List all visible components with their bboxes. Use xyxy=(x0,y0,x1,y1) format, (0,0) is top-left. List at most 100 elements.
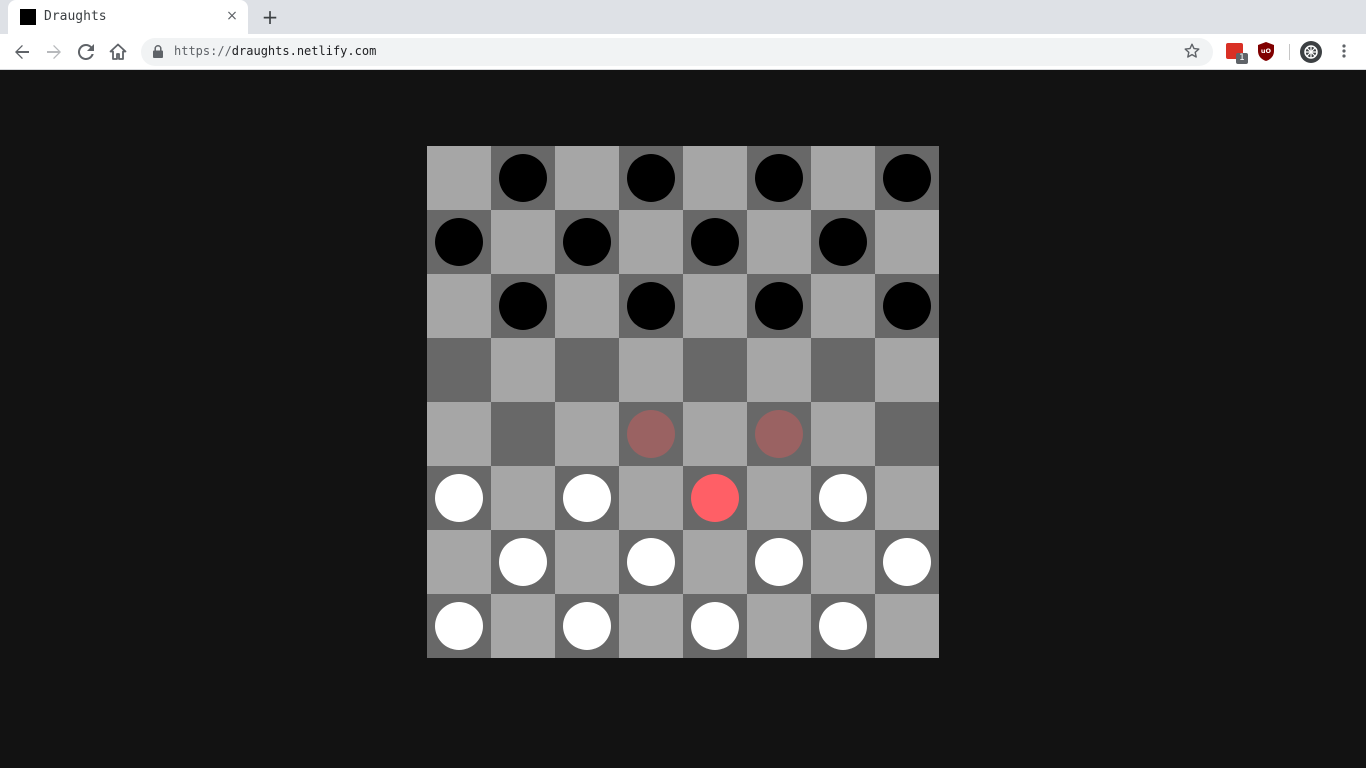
board-square[interactable] xyxy=(683,210,747,274)
black-piece[interactable] xyxy=(627,154,675,202)
board-square[interactable] xyxy=(427,338,491,402)
board-square[interactable] xyxy=(875,594,939,658)
board-square[interactable] xyxy=(683,402,747,466)
board-square[interactable] xyxy=(683,466,747,530)
board-square[interactable] xyxy=(619,274,683,338)
black-piece[interactable] xyxy=(499,154,547,202)
tab-close-icon[interactable]: × xyxy=(224,8,240,24)
black-piece[interactable] xyxy=(819,218,867,266)
board-square[interactable] xyxy=(811,402,875,466)
black-piece[interactable] xyxy=(563,218,611,266)
white-piece[interactable] xyxy=(499,538,547,586)
black-piece[interactable] xyxy=(755,282,803,330)
home-button[interactable] xyxy=(106,40,130,64)
board-square[interactable] xyxy=(491,594,555,658)
white-piece[interactable] xyxy=(627,538,675,586)
board-square[interactable] xyxy=(619,594,683,658)
black-piece[interactable] xyxy=(883,154,931,202)
board-square[interactable] xyxy=(683,594,747,658)
white-piece[interactable] xyxy=(755,538,803,586)
menu-kebab-icon[interactable] xyxy=(1336,43,1352,59)
board-square[interactable] xyxy=(747,466,811,530)
board-square[interactable] xyxy=(811,466,875,530)
board-square[interactable] xyxy=(491,210,555,274)
board-square[interactable] xyxy=(427,466,491,530)
board-square[interactable] xyxy=(811,210,875,274)
board-square[interactable] xyxy=(747,402,811,466)
move-hint[interactable] xyxy=(627,410,675,458)
bookmark-star-icon[interactable] xyxy=(1184,43,1200,59)
ublock-shield-icon[interactable]: uO xyxy=(1258,42,1274,61)
board-square[interactable] xyxy=(747,594,811,658)
black-piece[interactable] xyxy=(435,218,483,266)
board-square[interactable] xyxy=(875,338,939,402)
address-bar[interactable]: https://draughts.netlify.com xyxy=(141,38,1213,66)
board-square[interactable] xyxy=(619,146,683,210)
board-square[interactable] xyxy=(555,594,619,658)
board-square[interactable] xyxy=(619,402,683,466)
board-square[interactable] xyxy=(875,146,939,210)
board-square[interactable] xyxy=(875,402,939,466)
board-square[interactable] xyxy=(811,146,875,210)
board-square[interactable] xyxy=(555,274,619,338)
white-piece[interactable] xyxy=(883,538,931,586)
board-square[interactable] xyxy=(683,146,747,210)
board-square[interactable] xyxy=(811,274,875,338)
board-square[interactable] xyxy=(427,146,491,210)
profile-avatar-icon[interactable] xyxy=(1300,41,1322,63)
white-piece[interactable] xyxy=(435,474,483,522)
board-square[interactable] xyxy=(427,530,491,594)
board-square[interactable] xyxy=(427,594,491,658)
white-piece[interactable] xyxy=(691,602,739,650)
board-square[interactable] xyxy=(811,338,875,402)
black-piece[interactable] xyxy=(883,282,931,330)
board-square[interactable] xyxy=(875,530,939,594)
white-piece[interactable] xyxy=(563,474,611,522)
black-piece[interactable] xyxy=(691,218,739,266)
board-square[interactable] xyxy=(491,402,555,466)
board-square[interactable] xyxy=(427,274,491,338)
board-square[interactable] xyxy=(811,530,875,594)
board-square[interactable] xyxy=(491,338,555,402)
black-piece[interactable] xyxy=(627,282,675,330)
board-square[interactable] xyxy=(555,466,619,530)
board-square[interactable] xyxy=(683,530,747,594)
board-square[interactable] xyxy=(875,466,939,530)
board-square[interactable] xyxy=(747,146,811,210)
board-square[interactable] xyxy=(683,274,747,338)
board-square[interactable] xyxy=(619,466,683,530)
board-square[interactable] xyxy=(747,338,811,402)
move-hint[interactable] xyxy=(755,410,803,458)
board-square[interactable] xyxy=(619,530,683,594)
board-square[interactable] xyxy=(875,274,939,338)
white-piece[interactable] xyxy=(819,474,867,522)
board-square[interactable] xyxy=(491,466,555,530)
board-square[interactable] xyxy=(427,210,491,274)
board-square[interactable] xyxy=(747,210,811,274)
board-square[interactable] xyxy=(683,338,747,402)
board-square[interactable] xyxy=(491,530,555,594)
board-square[interactable] xyxy=(811,594,875,658)
back-button[interactable] xyxy=(10,40,34,64)
black-piece[interactable] xyxy=(499,282,547,330)
board-square[interactable] xyxy=(875,210,939,274)
new-tab-button[interactable]: + xyxy=(258,6,282,28)
white-piece[interactable] xyxy=(563,602,611,650)
white-piece[interactable] xyxy=(435,602,483,650)
board-square[interactable] xyxy=(555,210,619,274)
board-square[interactable] xyxy=(491,146,555,210)
selected-piece[interactable] xyxy=(691,474,739,522)
board-square[interactable] xyxy=(491,274,555,338)
board-square[interactable] xyxy=(555,338,619,402)
black-piece[interactable] xyxy=(755,154,803,202)
board-square[interactable] xyxy=(619,210,683,274)
board-square[interactable] xyxy=(619,338,683,402)
white-piece[interactable] xyxy=(819,602,867,650)
forward-button[interactable] xyxy=(42,40,66,64)
board-square[interactable] xyxy=(555,530,619,594)
tab-draughts[interactable]: Draughts × xyxy=(8,0,248,34)
board-square[interactable] xyxy=(747,274,811,338)
board-square[interactable] xyxy=(427,402,491,466)
board-square[interactable] xyxy=(555,146,619,210)
board-square[interactable] xyxy=(555,402,619,466)
